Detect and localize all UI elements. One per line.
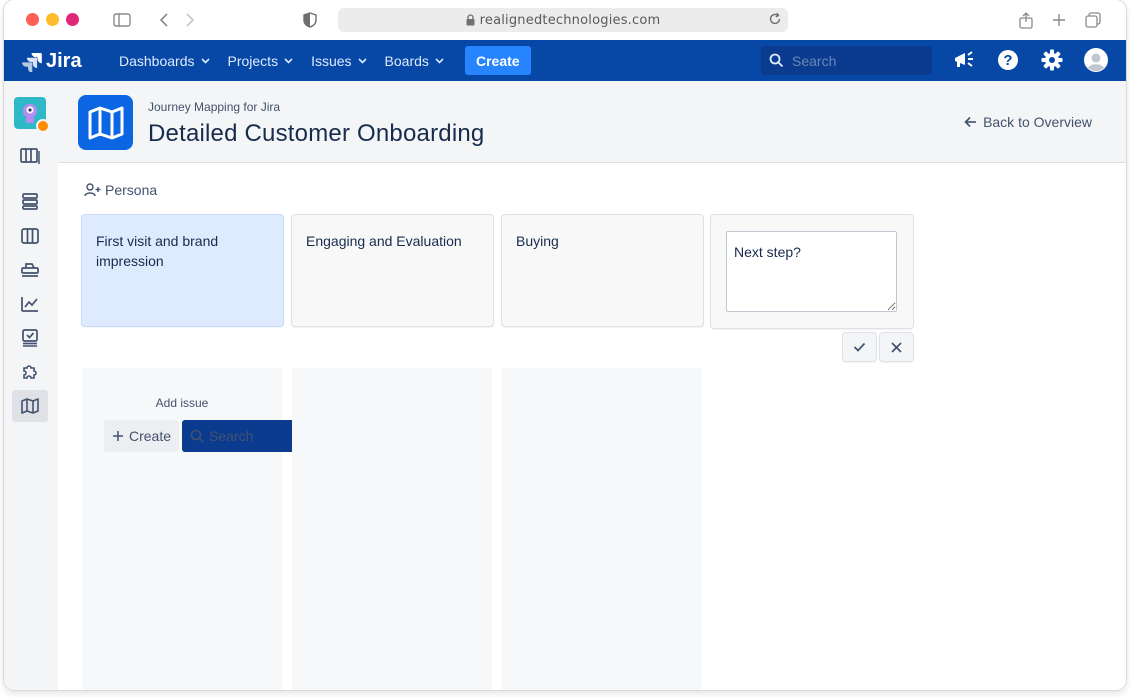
persona-label: Persona — [105, 182, 158, 198]
notifications-icon[interactable] — [952, 48, 976, 72]
add-ons-icon[interactable] — [12, 356, 48, 388]
reports-icon[interactable] — [12, 288, 48, 320]
new-tab-icon[interactable] — [1049, 10, 1069, 30]
nav-boards-label: Boards — [384, 52, 429, 69]
profile-avatar[interactable] — [1084, 48, 1108, 72]
nav-issues[interactable]: Issues — [311, 52, 367, 69]
jira-top-nav: Jira Dashboards Projects Issues Boards C… — [4, 40, 1126, 81]
minimize-window-button[interactable] — [46, 13, 59, 26]
close-icon — [891, 341, 902, 353]
page-title: Detailed Customer Onboarding — [148, 120, 485, 147]
back-to-overview-label: Back to Overview — [983, 114, 1092, 130]
share-icon[interactable] — [1016, 10, 1036, 30]
plus-icon — [113, 431, 123, 441]
issue-lane: Add issue Create Search — [82, 368, 353, 690]
url-text: realignedtechnologies.com — [479, 12, 661, 28]
board-icon[interactable] — [12, 140, 48, 172]
journey-step-card[interactable]: Engaging and Evaluation — [292, 215, 493, 326]
forward-icon[interactable] — [180, 10, 200, 30]
search-issue-label: Search — [209, 428, 254, 444]
search-icon — [190, 429, 204, 443]
nav-boards[interactable]: Boards — [385, 53, 444, 69]
back-icon[interactable] — [154, 10, 174, 30]
journey-step-card[interactable]: Buying — [502, 215, 703, 326]
jira-wordmark: Jira — [46, 50, 82, 72]
create-issue-label: Create — [129, 428, 172, 444]
confirm-step-button[interactable] — [843, 333, 876, 361]
back-to-overview-link[interactable]: Back to Overview — [964, 114, 1092, 130]
backlog-icon[interactable] — [12, 185, 48, 217]
zoom-window-button[interactable] — [66, 13, 79, 26]
nav-projects[interactable]: Projects — [228, 53, 294, 69]
releases-icon[interactable] — [12, 254, 48, 286]
cancel-step-button[interactable] — [880, 333, 913, 361]
add-person-icon — [84, 183, 101, 197]
journey-map: Persona First visit and brand impression… — [58, 164, 1126, 690]
browser-toolbar: realignedtechnologies.com — [4, 0, 1126, 40]
jira-logo-icon — [22, 52, 42, 72]
address-bar[interactable]: realignedtechnologies.com — [338, 8, 788, 32]
project-badge-icon — [36, 119, 50, 133]
chevron-down-icon — [200, 57, 210, 64]
close-window-button[interactable] — [26, 13, 39, 26]
create-button[interactable]: Create — [465, 46, 531, 75]
project-sidebar — [4, 81, 58, 690]
browser-window: realignedtechnologies.com Jira Dashboard… — [4, 0, 1126, 690]
page-header: Journey Mapping for Jira Detailed Custom… — [58, 81, 1126, 163]
nav-dashboards[interactable]: Dashboards — [119, 53, 210, 69]
help-icon[interactable]: ? — [996, 48, 1020, 72]
create-issue-button[interactable]: Create — [104, 420, 180, 452]
issues-icon[interactable] — [12, 322, 48, 354]
nav-projects-label: Projects — [227, 52, 279, 69]
nav-issues-label: Issues — [311, 52, 352, 69]
journey-step-card[interactable]: First visit and brand impression — [82, 215, 283, 326]
lock-icon — [466, 14, 475, 26]
reload-icon[interactable] — [768, 12, 782, 26]
new-step-editor — [711, 215, 913, 328]
app-name: Journey Mapping for Jira — [148, 100, 281, 114]
svg-text:?: ? — [1003, 52, 1012, 69]
search-box[interactable] — [761, 46, 932, 75]
search-input[interactable] — [792, 52, 922, 69]
add-issue-label: Add issue — [155, 396, 209, 410]
check-icon — [853, 342, 866, 352]
settings-icon[interactable] — [1040, 48, 1064, 72]
search-icon — [769, 53, 784, 68]
nav-dashboards-label: Dashboards — [119, 52, 195, 69]
persona-button[interactable]: Persona — [84, 182, 157, 198]
chevron-down-icon — [435, 57, 444, 64]
new-step-input[interactable] — [726, 231, 897, 312]
journey-mapping-app-icon — [78, 95, 133, 150]
nav-menu: Dashboards Projects Issues Boards — [119, 40, 462, 81]
chevron-down-icon — [357, 57, 367, 64]
issue-lane — [292, 368, 492, 690]
arrow-left-icon — [964, 116, 977, 128]
project-avatar[interactable] — [14, 97, 50, 133]
jira-logo[interactable]: Jira — [22, 50, 82, 73]
sidebar-toggle-icon[interactable] — [112, 10, 132, 30]
issue-lane — [502, 368, 702, 690]
chevron-down-icon — [284, 57, 293, 64]
privacy-shield-icon[interactable] — [300, 10, 320, 30]
journey-map-icon[interactable] — [12, 390, 48, 422]
tab-overview-icon[interactable] — [1083, 10, 1103, 30]
columns-icon[interactable] — [12, 220, 48, 252]
